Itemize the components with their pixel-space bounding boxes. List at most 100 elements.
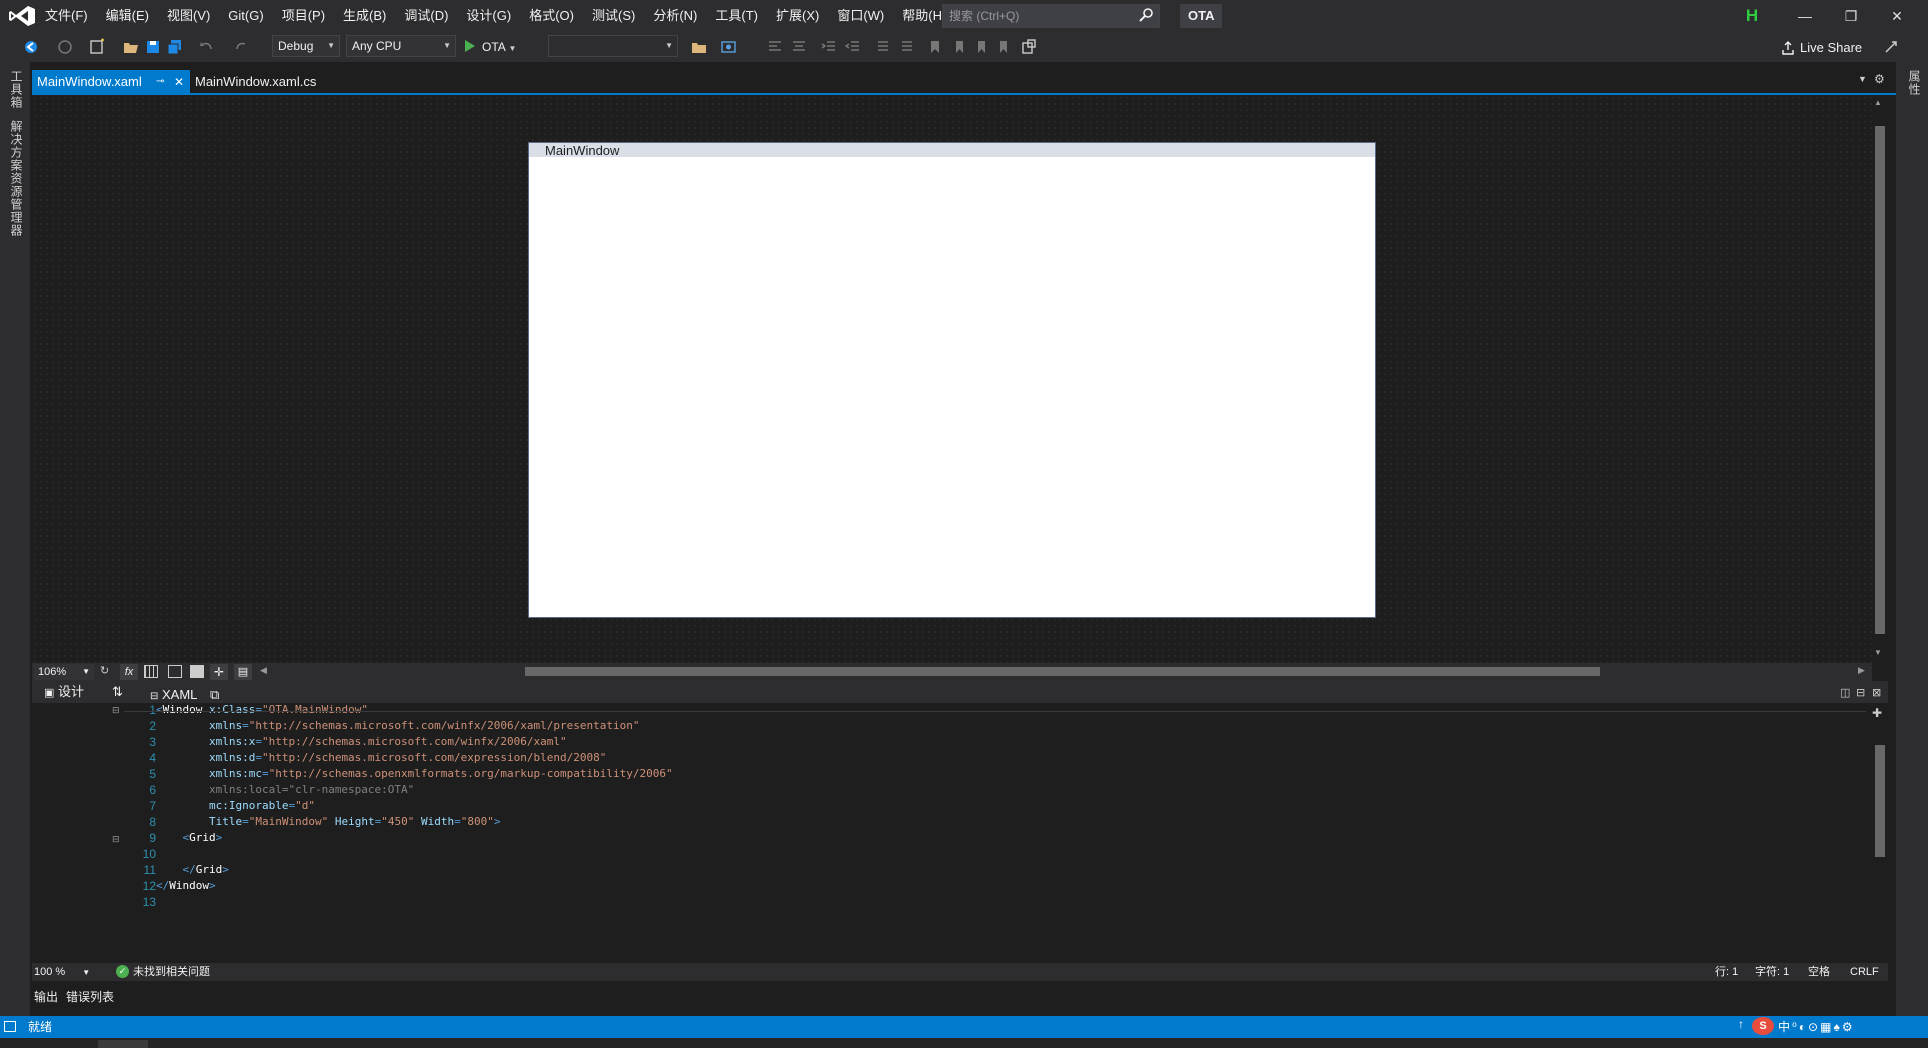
snap-lines-icon[interactable]: ✛	[210, 664, 228, 680]
grid-toggle-icon[interactable]	[144, 665, 158, 678]
run-target-button[interactable]: OTA ▼	[482, 37, 516, 57]
vertical-split-icon[interactable]: ◫	[1840, 686, 1850, 699]
split-editor-icon[interactable]: ✚	[1872, 706, 1882, 720]
redo-icon[interactable]	[232, 38, 250, 56]
menu-file[interactable]: 文件(F)	[36, 0, 97, 32]
align-left-icon[interactable]	[766, 38, 784, 56]
live-share-button[interactable]: Live Share	[1800, 38, 1862, 58]
close-tab-icon[interactable]: ✕	[174, 70, 184, 94]
collapse-pane-icon[interactable]: ⊠	[1872, 686, 1881, 699]
check-circle-icon: ✓	[116, 965, 129, 978]
design-window-preview[interactable]: MainWindow	[528, 142, 1376, 618]
open-folder-icon[interactable]	[122, 38, 140, 56]
tab-mainwindow-xaml[interactable]: MainWindow.xaml ⊸ ✕	[32, 70, 190, 94]
clear-bookmarks-icon[interactable]	[994, 38, 1012, 56]
screenshot-icon[interactable]	[720, 38, 738, 56]
start-debugging-icon[interactable]	[464, 39, 476, 53]
swap-panes-icon[interactable]: ⇅	[112, 683, 123, 701]
profile-icon[interactable]: H	[1740, 5, 1764, 27]
menu-window[interactable]: 窗口(W)	[828, 0, 893, 32]
status-bar	[0, 1016, 1928, 1038]
whitespace-indicator[interactable]: 空格	[1808, 964, 1830, 980]
toolbox-tab[interactable]: 工具箱	[8, 70, 25, 109]
bookmark-icon[interactable]	[926, 38, 944, 56]
scroll-right-icon[interactable]: ▶	[1858, 665, 1865, 676]
line-indicator[interactable]: 行: 1	[1715, 964, 1738, 980]
extensions-icon[interactable]	[1020, 38, 1038, 56]
menu-tools[interactable]: 工具(T)	[706, 0, 767, 32]
menu-debug[interactable]: 调试(D)	[395, 0, 457, 32]
taskbar-item[interactable]	[98, 1040, 148, 1048]
menu-project[interactable]: 项目(P)	[273, 0, 334, 32]
tab-design[interactable]: ▣ 设计	[44, 683, 84, 701]
folder-icon[interactable]	[690, 38, 708, 56]
indent-icon[interactable]	[820, 38, 838, 56]
debug-target-select[interactable]: ▼	[548, 35, 678, 57]
comment-icon[interactable]	[874, 38, 892, 56]
popout-xaml-icon[interactable]: ⧉	[210, 686, 219, 704]
tab-mainwindow-xaml-cs[interactable]: MainWindow.xaml.cs	[192, 70, 316, 94]
notification-icon[interactable]	[4, 1021, 16, 1032]
tab-dropdown-icon[interactable]: ▼	[1858, 74, 1867, 84]
ime-toolbar-icons[interactable]: 中⁰◐⊙▦♠⚙	[1778, 1018, 1855, 1036]
menu-design[interactable]: 设计(G)	[457, 0, 520, 32]
feedback-icon[interactable]	[1882, 38, 1900, 56]
menu-test[interactable]: 测试(S)	[583, 0, 644, 32]
search-icon[interactable]	[1138, 7, 1154, 23]
artboard-background-icon[interactable]	[190, 665, 204, 678]
tab-xaml[interactable]: ⊟ XAML	[150, 686, 197, 704]
editor-zoom-select[interactable]: 100 % ▼	[34, 964, 90, 980]
menu-analyze[interactable]: 分析(N)	[644, 0, 706, 32]
back-icon[interactable]	[22, 38, 40, 56]
search-input[interactable]: 搜索 (Ctrl+Q)	[942, 4, 1160, 28]
next-bookmark-icon[interactable]	[972, 38, 990, 56]
solution-explorer-tab[interactable]: 解决方案资源管理器	[8, 120, 25, 237]
design-vertical-scroll-thumb[interactable]	[1875, 126, 1885, 634]
close-icon[interactable]: ✕	[1874, 0, 1920, 32]
project-code-icon[interactable]: ▤	[234, 664, 252, 680]
live-share-icon[interactable]	[1780, 40, 1796, 56]
preview-window-title: MainWindow	[545, 143, 620, 158]
effects-toggle-button[interactable]: fx	[120, 664, 138, 680]
align-center-icon[interactable]	[790, 38, 808, 56]
publish-arrow-icon[interactable]: ↑	[1738, 1017, 1744, 1031]
pin-icon[interactable]: ⊸	[156, 70, 164, 94]
horizontal-split-icon[interactable]: ⊟	[1856, 686, 1865, 699]
designer-zoom-select[interactable]: 106% ▼	[34, 664, 94, 680]
save-icon[interactable]	[144, 38, 162, 56]
char-indicator[interactable]: 字符: 1	[1755, 964, 1789, 980]
issues-indicator[interactable]: 未找到相关问题	[133, 964, 210, 980]
properties-tab[interactable]: 属性	[1906, 70, 1923, 96]
menu-extensions[interactable]: 扩展(X)	[767, 0, 828, 32]
scroll-left-icon[interactable]: ◀	[260, 665, 267, 676]
design-horizontal-scroll-thumb[interactable]	[525, 667, 1600, 676]
uncomment-icon[interactable]	[898, 38, 916, 56]
save-all-icon[interactable]	[166, 38, 184, 56]
undo-icon[interactable]	[198, 38, 216, 56]
minimize-icon[interactable]: —	[1782, 0, 1828, 32]
forward-icon[interactable]	[56, 38, 74, 56]
snap-grid-icon[interactable]	[168, 665, 182, 678]
line-ending-indicator[interactable]: CRLF	[1850, 964, 1879, 980]
scroll-down-icon[interactable]: ▼	[1874, 648, 1882, 657]
menu-view[interactable]: 视图(V)	[158, 0, 219, 32]
menu-format[interactable]: 格式(O)	[520, 0, 583, 32]
configuration-select[interactable]: Debug ▼	[272, 35, 340, 57]
scroll-up-icon[interactable]: ▲	[1874, 98, 1882, 107]
outdent-icon[interactable]	[844, 38, 862, 56]
settings-gear-icon[interactable]: ⚙	[1874, 72, 1885, 86]
new-project-icon[interactable]	[88, 38, 106, 56]
tab-output[interactable]: 输出	[30, 987, 62, 1007]
editor-status-bar	[32, 963, 1888, 981]
menu-build[interactable]: 生成(B)	[334, 0, 395, 32]
collapse-icon: ⊟	[150, 691, 159, 702]
platform-select[interactable]: Any CPU ▼	[346, 35, 456, 57]
menu-git[interactable]: Git(G)	[219, 0, 272, 32]
tab-error-list[interactable]: 错误列表	[62, 987, 118, 1007]
restore-icon[interactable]: ❐	[1828, 0, 1874, 32]
editor-scroll-thumb[interactable]	[1875, 745, 1885, 857]
previous-bookmark-icon[interactable]	[950, 38, 968, 56]
menu-edit[interactable]: 编辑(E)	[97, 0, 158, 32]
ime-logo-icon[interactable]: S	[1752, 1017, 1774, 1035]
refresh-icon[interactable]: ↻	[100, 664, 109, 677]
